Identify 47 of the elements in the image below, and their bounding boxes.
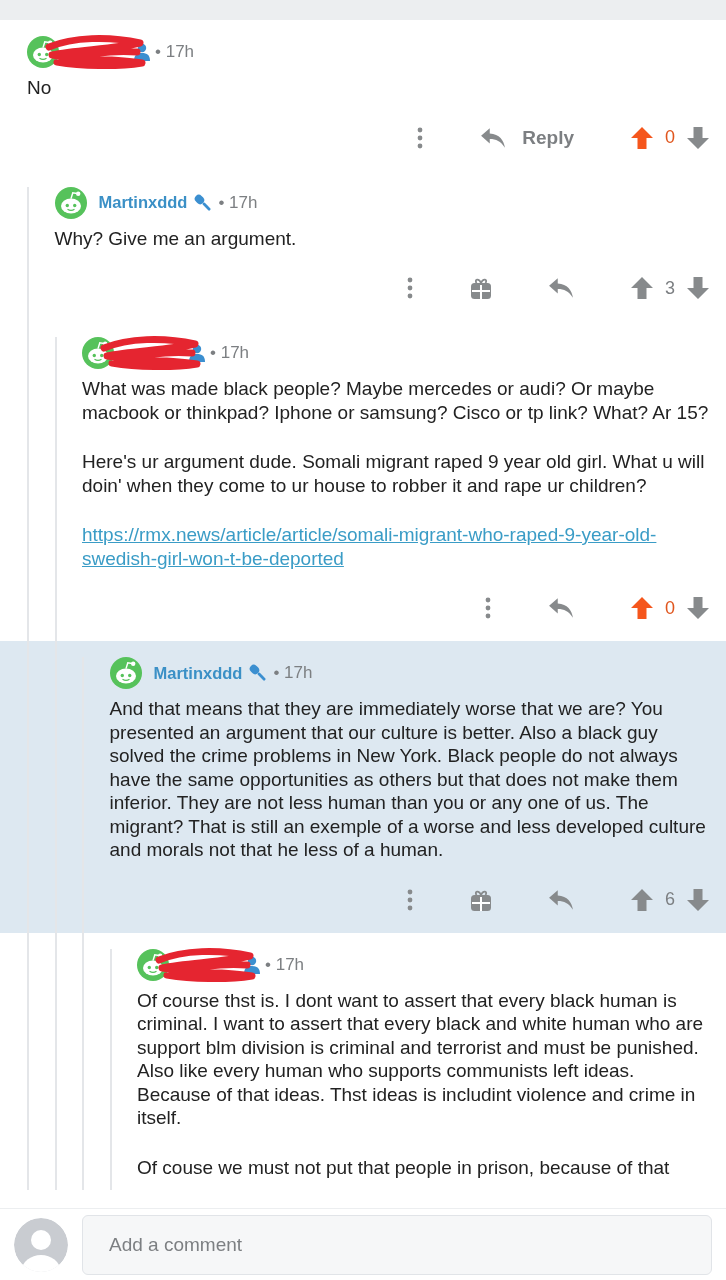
comment-time: • 17h — [210, 343, 250, 363]
avatar-icon[interactable] — [54, 186, 87, 219]
vote-score: 0 — [664, 597, 676, 619]
vote-score: 6 — [664, 889, 676, 910]
gift-icon[interactable] — [470, 277, 492, 299]
comment-input[interactable]: Add a comment — [82, 1214, 712, 1275]
person-icon — [188, 344, 206, 362]
avatar-icon[interactable] — [137, 948, 169, 981]
reply-button[interactable]: Reply — [480, 126, 574, 149]
person-icon — [133, 43, 151, 61]
avatar-icon[interactable] — [109, 657, 142, 689]
upvote-icon[interactable] — [630, 276, 654, 300]
upvote-icon[interactable] — [630, 596, 654, 620]
more-options-icon[interactable] — [406, 888, 414, 911]
downvote-icon[interactable] — [686, 596, 710, 620]
downvote-icon[interactable] — [686, 276, 710, 300]
comment-time: • 17h — [273, 663, 313, 683]
avatar-icon[interactable] — [82, 337, 114, 369]
upvote-icon[interactable] — [630, 125, 654, 150]
article-link[interactable]: https://rmx.news/article/article/somali-migrant-who-raped-9-year-old-swedish-girl-won-t-be-deported — [82, 523, 712, 570]
comment-time: • 17h — [265, 954, 305, 975]
vote-score: 0 — [664, 127, 676, 148]
gift-icon[interactable] — [470, 888, 492, 911]
comment-text: Of couse we must not put that people in prison, because of that — [137, 1155, 671, 1179]
comment-time: • 17h — [155, 42, 195, 62]
avatar-icon[interactable] — [27, 36, 59, 68]
comment-text: Of course thst is. I dont want to assert that every black human is criminal. I want to assert that every black and white human who are support blm division is criminal and terrorist and must be punished. Also like every human who supports communists left ideas. Because of that ideas. Thst ideas is includint violence and crime in itself. — [137, 988, 705, 1130]
downvote-icon[interactable] — [686, 125, 710, 150]
person-icon — [243, 955, 261, 974]
upvote-icon[interactable] — [630, 887, 654, 912]
comment-text: No — [27, 76, 53, 100]
more-options-icon[interactable] — [416, 126, 425, 149]
username[interactable]: Martinxddd — [98, 193, 188, 212]
comment-text: Here's ur argument dude. Somali migrant raped 9 year old girl. What u will doin' when they come to ur house to robber it and rape ur children? — [82, 450, 706, 497]
vote-score: 3 — [664, 277, 676, 299]
username[interactable]: Martinxddd — [153, 663, 243, 683]
more-options-icon[interactable] — [406, 277, 414, 299]
comment-text: What was made black people? Maybe mercedes or audi? Or maybe macbook or thinkpad? Iphone or samsung? Cisco or tp link? What? Ar 15? — [82, 377, 710, 424]
more-options-icon[interactable] — [484, 597, 492, 619]
reply-icon[interactable] — [548, 888, 574, 911]
comment-text: Why? Give me an argument. — [54, 226, 298, 250]
comment-time: • 17h — [218, 192, 258, 213]
reply-icon[interactable] — [548, 597, 574, 619]
comment-text: And that means that they are immediately worse that we are? You presented an argument that our culture is better. Also a black guy solved the crime problems in New York. Black people do not always have the same opportunities as others but that does not make them inferior. They are not less human than you or any one of us. The migrant? That is still an exemple of a worse and less developed culture and morals not that he less of a human. — [109, 697, 707, 862]
downvote-icon[interactable] — [686, 887, 710, 912]
reply-icon — [480, 126, 507, 149]
reply-icon[interactable] — [548, 277, 574, 299]
